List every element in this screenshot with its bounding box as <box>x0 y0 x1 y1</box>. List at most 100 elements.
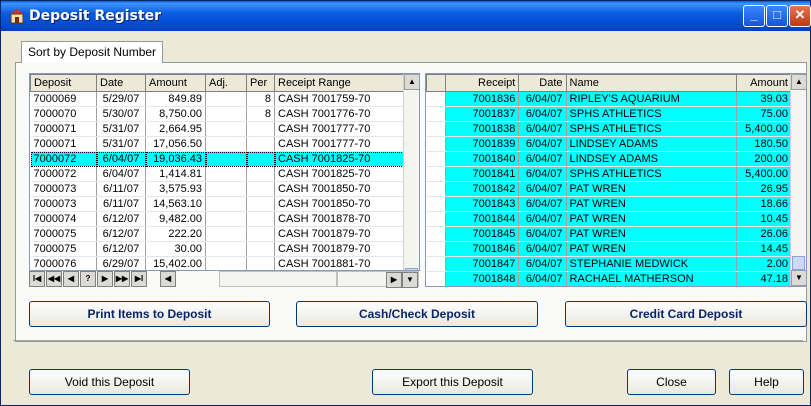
row-selector[interactable] <box>426 106 447 122</box>
scroll-right-arrow-icon[interactable]: ▶ <box>386 272 402 288</box>
hscroll-arrows[interactable]: ▶ ▼ <box>337 271 419 288</box>
table-row[interactable]: 7001839 6/04/07 LINDSEY ADAMS 180.50 <box>426 136 792 152</box>
table-cell: CASH 7001825-70 <box>274 166 406 182</box>
next-page-icon[interactable]: ▶▶ <box>114 271 130 287</box>
column-header[interactable]: Deposit <box>30 74 97 92</box>
column-header[interactable]: Per <box>246 74 275 92</box>
table-row[interactable]: 70018496/04/07MICHAEL AYCOCK70.78 <box>427 287 792 288</box>
table-cell: RIPLEY'S AQUARIUM <box>566 91 738 107</box>
close-window-button[interactable]: ✕ <box>789 5 811 27</box>
table-row[interactable]: 7000070 5/30/07 8,750.00 8 CASH 7001776-70 <box>30 106 406 122</box>
building-icon <box>10 9 24 24</box>
row-selector[interactable] <box>426 166 447 182</box>
table-cell: 47.18 <box>736 271 792 286</box>
scroll-left-arrow-icon[interactable]: ◀ <box>160 271 176 287</box>
deposit-grid-hscroll[interactable] <box>219 271 337 287</box>
row-selector[interactable] <box>426 121 447 137</box>
close-button[interactable]: Close <box>627 369 716 395</box>
table-cell: 6/04/07 <box>518 271 567 286</box>
credit-card-deposit-button[interactable]: Credit Card Deposit <box>565 301 807 327</box>
table-row[interactable]: 7000073 6/11/07 3,575.93 CASH 7001850-70 <box>30 181 406 197</box>
column-header[interactable]: Receipt Range <box>274 74 406 92</box>
first-record-icon[interactable]: I◀ <box>29 271 45 287</box>
table-cell: CASH 7001850-70 <box>274 181 406 197</box>
scroll-up-arrow-icon[interactable]: ▲ <box>404 74 419 90</box>
column-header[interactable]: Date <box>96 74 146 92</box>
table-cell: LINDSEY ADAMS <box>566 151 738 167</box>
column-header[interactable]: Name <box>565 74 738 92</box>
table-cell: 7001847 <box>445 256 520 272</box>
column-header[interactable] <box>426 74 447 92</box>
table-cell: 6/04/07 <box>518 121 567 137</box>
table-cell <box>205 91 247 107</box>
table-row[interactable]: 7000075 6/12/07 30.00 CASH 7001879-70 <box>30 241 406 257</box>
maximize-button[interactable]: □ <box>766 5 788 27</box>
table-row[interactable]: 7001846 6/04/07 PAT WREN 14.45 <box>426 241 792 257</box>
row-selector[interactable] <box>427 287 446 288</box>
row-selector[interactable] <box>426 241 447 257</box>
table-row[interactable]: 7000073 6/11/07 14,563.10 CASH 7001850-70 <box>30 196 406 212</box>
table-row[interactable]: 7001838 6/04/07 SPHS ATHLETICS 5,400.00 <box>426 121 792 137</box>
table-cell: 7000073 <box>30 196 97 212</box>
column-header[interactable]: Date <box>518 74 567 92</box>
column-header[interactable]: Amount <box>736 74 792 92</box>
title-bar[interactable]: Deposit Register _ □ ✕ <box>1 1 811 31</box>
scroll-down-arrow-icon[interactable]: ▼ <box>402 272 418 288</box>
export-deposit-button[interactable]: Export this Deposit <box>372 369 533 395</box>
table-row[interactable]: 7000072 6/04/07 19,036.43 CASH 7001825-70 <box>30 151 406 167</box>
scroll-down-arrow-icon[interactable]: ▼ <box>791 270 806 286</box>
receipt-grid[interactable]: Receipt Date Name Amount 7001836 6/04/07 RIPL… <box>425 73 807 287</box>
column-header[interactable]: Amount <box>145 74 206 92</box>
tab-sort-by-deposit-number[interactable]: Sort by Deposit Number <box>21 41 164 63</box>
next-record-icon[interactable]: ▶ <box>97 271 113 287</box>
table-row[interactable]: 7001844 6/04/07 PAT WREN 10.45 <box>426 211 792 227</box>
table-row[interactable]: 7001848 6/04/07 RACHAEL MATHERSON 47.18 <box>426 271 792 286</box>
table-row[interactable]: 7001847 6/04/07 STEPHANIE MEDWICK 2.00 <box>426 256 792 272</box>
print-items-to-deposit-button[interactable]: Print Items to Deposit <box>29 301 270 327</box>
row-selector[interactable] <box>426 256 447 272</box>
scroll-thumb[interactable] <box>792 256 805 270</box>
scroll-up-arrow-icon[interactable]: ▲ <box>791 74 806 90</box>
table-row[interactable]: 7000074 6/12/07 9,482.00 CASH 7001878-70 <box>30 211 406 227</box>
help-button[interactable]: Help <box>729 369 804 395</box>
table-row[interactable]: 7001841 6/04/07 SPHS ATHLETICS 5,400.00 <box>426 166 792 182</box>
table-row[interactable]: 7001837 6/04/07 SPHS ATHLETICS 75.00 <box>426 106 792 122</box>
row-selector[interactable] <box>426 196 447 212</box>
row-selector[interactable] <box>426 91 447 107</box>
row-selector[interactable] <box>426 181 447 197</box>
table-cell: 8,750.00 <box>145 106 206 122</box>
row-selector[interactable] <box>426 211 447 227</box>
row-selector[interactable] <box>426 151 447 167</box>
table-row[interactable]: 7000076 6/29/07 15,402.00 CASH 7001881-70 <box>30 256 406 270</box>
deposit-grid[interactable]: Deposit Date Amount Adj. Per Receipt Range 70… <box>29 73 420 271</box>
table-cell: 7000071 <box>30 136 97 152</box>
table-row[interactable]: 7001845 6/04/07 PAT WREN 26.06 <box>426 226 792 242</box>
table-row[interactable]: 7000072 6/04/07 1,414.81 CASH 7001825-70 <box>30 166 406 182</box>
table-row[interactable]: 7001843 6/04/07 PAT WREN 18.66 <box>426 196 792 212</box>
table-row[interactable]: 7000071 5/31/07 2,664.95 CASH 7001777-70 <box>30 121 406 137</box>
previous-page-icon[interactable]: ◀◀ <box>46 271 62 287</box>
previous-record-icon[interactable]: ◀ <box>63 271 79 287</box>
cash-check-deposit-button[interactable]: Cash/Check Deposit <box>296 301 538 327</box>
deposit-grid-vscroll[interactable]: ▲ <box>403 74 419 270</box>
row-selector[interactable] <box>426 271 447 286</box>
receipt-grid-vscroll[interactable]: ▲ ▼ <box>790 74 806 286</box>
table-row[interactable]: 7000071 5/31/07 17,056.50 CASH 7001777-70 <box>30 136 406 152</box>
help-query-icon[interactable]: ? <box>80 271 96 287</box>
table-row[interactable]: 7001842 6/04/07 PAT WREN 26.95 <box>426 181 792 197</box>
table-row[interactable]: 7001840 6/04/07 LINDSEY ADAMS 200.00 <box>426 151 792 167</box>
table-cell: 5,400.00 <box>736 121 792 137</box>
column-header[interactable]: Adj. <box>205 74 247 92</box>
table-row[interactable]: 7000075 6/12/07 222.20 CASH 7001879-70 <box>30 226 406 242</box>
row-selector[interactable] <box>426 136 447 152</box>
table-cell <box>246 241 275 257</box>
void-deposit-button[interactable]: Void this Deposit <box>29 369 190 395</box>
table-row[interactable]: 7000069 5/29/07 849.89 8 CASH 7001759-70 <box>30 91 406 107</box>
table-row[interactable]: 7001836 6/04/07 RIPLEY'S AQUARIUM 39.03 <box>426 91 792 107</box>
row-selector[interactable] <box>426 226 447 242</box>
column-header[interactable]: Receipt <box>445 74 520 92</box>
table-cell: 6/11/07 <box>96 196 146 212</box>
minimize-button[interactable]: _ <box>743 5 765 27</box>
table-cell: 6/04/07 <box>518 241 567 257</box>
last-record-icon[interactable]: ▶I <box>131 271 147 287</box>
